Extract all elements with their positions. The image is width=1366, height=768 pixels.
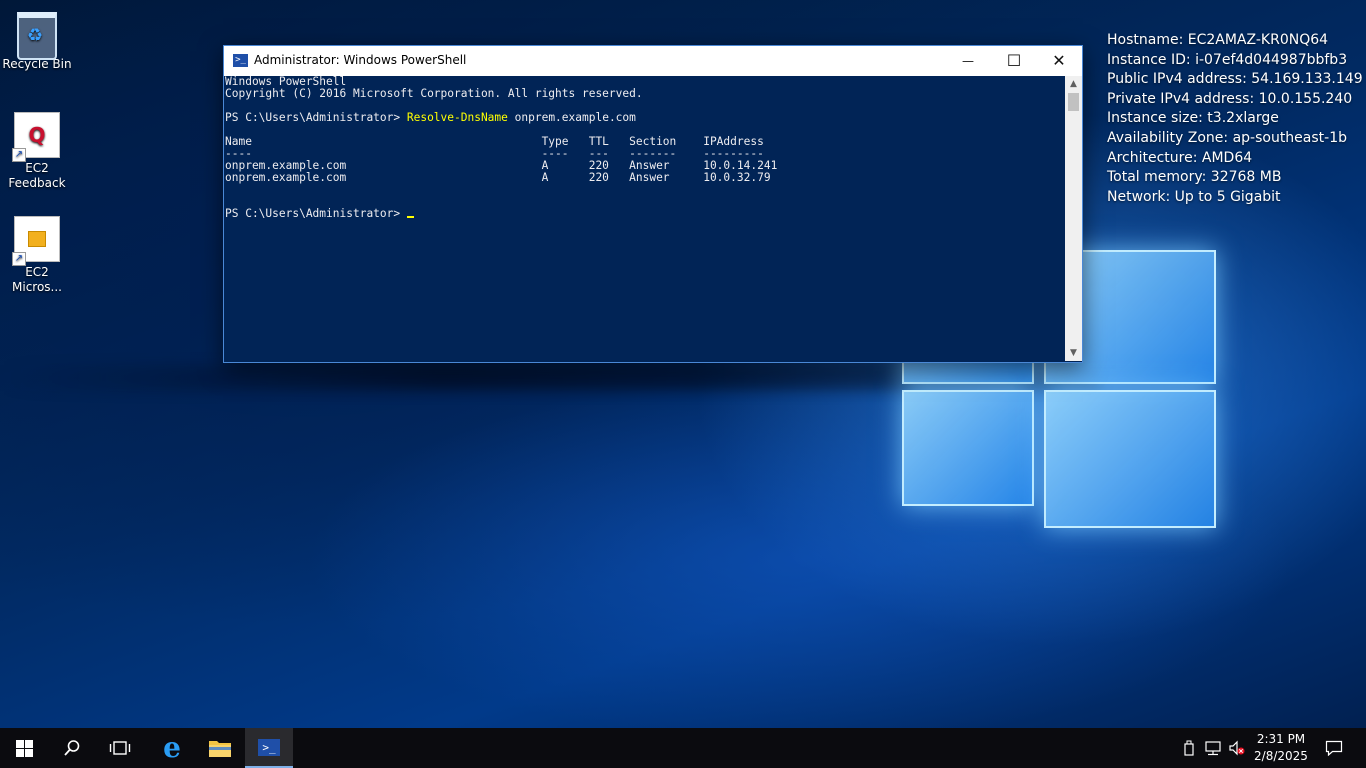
windows-logo-pane bbox=[1044, 390, 1216, 528]
console-args: onprem.example.com bbox=[507, 111, 636, 124]
desktop-icon-label: EC2 Micros... bbox=[12, 265, 62, 294]
ec2-feedback-icon: Q ↗ bbox=[12, 112, 60, 162]
task-view-icon bbox=[109, 741, 131, 755]
instance-info-panel: Hostname: EC2AMAZ-KR0NQ64 Instance ID: i… bbox=[1107, 31, 1363, 207]
minimize-button[interactable]: — bbox=[945, 46, 991, 76]
shortcut-arrow-icon: ↗ bbox=[12, 252, 26, 266]
tray-volume-icon[interactable] bbox=[1226, 728, 1248, 768]
console-prompt: PS C:\Users\Administrator> bbox=[225, 207, 407, 220]
windows-start-icon bbox=[15, 739, 33, 757]
console-copyright-line: Copyright (C) 2016 Microsoft Corporation… bbox=[225, 87, 643, 100]
window-title: Administrator: Windows PowerShell bbox=[254, 53, 467, 67]
text-cursor bbox=[406, 216, 414, 218]
info-private-ip: Private IPv4 address: 10.0.155.240 bbox=[1107, 90, 1353, 107]
search-icon bbox=[64, 740, 80, 756]
notification-icon bbox=[1325, 740, 1343, 756]
internet-explorer-icon: e bbox=[163, 731, 181, 764]
window-titlebar[interactable]: >_ Administrator: Windows PowerShell — ☐… bbox=[224, 46, 1082, 76]
taskbar-internet-explorer[interactable]: e bbox=[148, 728, 196, 768]
start-button[interactable] bbox=[0, 728, 48, 768]
clock-time: 2:31 PM bbox=[1256, 732, 1306, 746]
volume-muted-icon bbox=[1229, 740, 1245, 756]
console-table-row: onprem.example.com A 220 Answer 10.0.32.… bbox=[225, 171, 771, 184]
desktop-icon-recycle-bin[interactable]: ♻ Recycle Bin bbox=[2, 8, 72, 72]
console-cmdlet: Resolve-DnsName bbox=[406, 111, 508, 124]
search-button[interactable] bbox=[48, 728, 96, 768]
maximize-button[interactable]: ☐ bbox=[991, 46, 1037, 76]
powershell-icon: >_ bbox=[233, 54, 248, 67]
taskbar-file-explorer[interactable] bbox=[196, 728, 244, 768]
scrollbar-thumb[interactable] bbox=[1068, 93, 1079, 111]
info-instance-id: Instance ID: i-07ef4d044987bbfb3 bbox=[1107, 51, 1348, 68]
console-current-prompt-line: PS C:\Users\Administrator> bbox=[225, 208, 1063, 220]
close-button[interactable]: ✕ bbox=[1036, 46, 1082, 76]
desktop-icon-label: EC2 Feedback bbox=[8, 161, 66, 190]
info-total-memory: Total memory: 32768 MB bbox=[1107, 169, 1282, 186]
vertical-scrollbar[interactable]: ▲ ▼ bbox=[1065, 76, 1082, 361]
console-prompt: PS C:\Users\Administrator> bbox=[225, 111, 407, 124]
windows-logo-pane bbox=[902, 390, 1034, 506]
scroll-down-icon[interactable]: ▼ bbox=[1065, 345, 1082, 361]
action-center-button[interactable] bbox=[1320, 728, 1348, 768]
tray-usb-icon[interactable] bbox=[1178, 728, 1200, 768]
desktop-icon-ec2-feedback[interactable]: Q ↗ EC2 Feedback bbox=[2, 112, 72, 191]
powershell-icon: >_ bbox=[258, 738, 280, 756]
console-command-line: PS C:\Users\Administrator> Resolve-DnsNa… bbox=[225, 112, 1063, 124]
recycle-bin-icon: ♻ bbox=[14, 8, 60, 60]
clock-date: 2/8/2025 bbox=[1254, 749, 1308, 763]
info-availability-zone: Availability Zone: ap-southeast-1b bbox=[1107, 129, 1348, 146]
info-network: Network: Up to 5 Gigabit bbox=[1107, 188, 1281, 205]
task-view-button[interactable] bbox=[96, 728, 144, 768]
taskbar-clock[interactable]: 2:31 PM 2/8/2025 bbox=[1250, 731, 1312, 765]
info-architecture: Architecture: AMD64 bbox=[1107, 149, 1253, 166]
shortcut-arrow-icon: ↗ bbox=[12, 148, 26, 162]
folder-icon bbox=[209, 741, 231, 757]
console-output[interactable]: Windows PowerShell Copyright (C) 2016 Mic… bbox=[225, 76, 1063, 361]
desktop-icon-ec2-microsoft[interactable]: ↗ EC2 Micros... bbox=[2, 216, 72, 295]
info-public-ip: Public IPv4 address: 54.169.133.149 bbox=[1107, 71, 1363, 88]
powershell-window[interactable]: >_ Administrator: Windows PowerShell — ☐… bbox=[223, 45, 1083, 363]
taskbar-powershell[interactable]: >_ bbox=[245, 728, 293, 768]
tray-network-icon[interactable] bbox=[1202, 728, 1224, 768]
info-instance-size: Instance size: t3.2xlarge bbox=[1107, 110, 1279, 127]
removable-device-icon bbox=[1184, 740, 1194, 756]
taskbar: e >_ 2:31 PM 2/8/2025 bbox=[0, 728, 1366, 768]
scroll-up-icon[interactable]: ▲ bbox=[1065, 76, 1082, 92]
info-hostname: Hostname: EC2AMAZ-KR0NQ64 bbox=[1107, 32, 1329, 48]
network-icon bbox=[1205, 741, 1221, 756]
ec2-package-icon: ↗ bbox=[12, 216, 60, 266]
